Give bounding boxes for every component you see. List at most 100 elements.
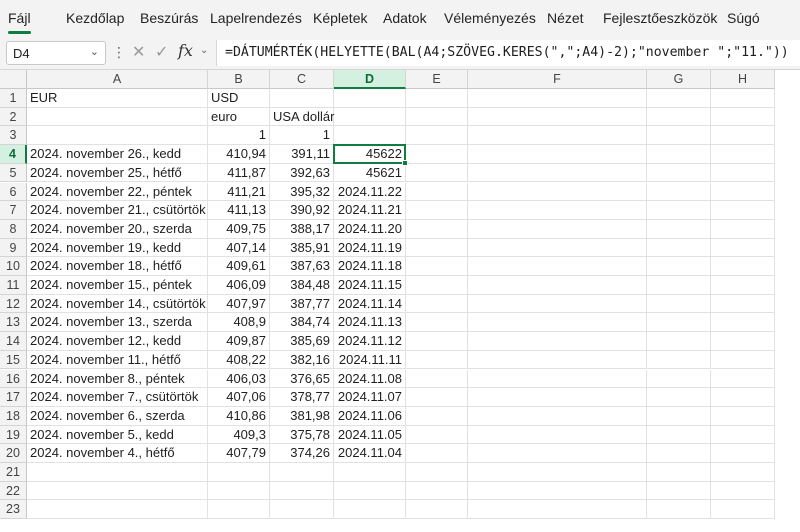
cell-c18[interactable]: 381,98 [270,406,334,426]
cell-h17[interactable] [711,388,775,407]
cell-c16[interactable]: 376,65 [270,369,334,389]
cell-f12[interactable] [468,294,647,314]
cell-d12[interactable]: 2024.11.14 [334,294,406,314]
menu-tab-8[interactable]: Nézet [547,6,584,30]
cell-h10[interactable] [711,257,775,276]
row-header-22[interactable]: 22 [0,481,27,501]
cell-g22[interactable] [647,481,711,501]
cell-e14[interactable] [406,332,468,351]
cell-d11[interactable]: 2024.11.15 [334,276,406,295]
cell-a21[interactable] [27,463,208,482]
cancel-icon[interactable]: ✕ [132,42,145,62]
cell-b21[interactable] [208,463,270,482]
cell-a5[interactable]: 2024. november 25., hétfő [27,163,208,183]
cell-h7[interactable] [711,201,775,220]
row-header-4[interactable]: 4 [0,145,27,164]
cell-d14[interactable]: 2024.11.12 [334,332,406,351]
column-header-f[interactable]: F [468,70,647,89]
cell-e8[interactable] [406,219,468,239]
cell-f13[interactable] [468,313,647,333]
cell-d15[interactable]: 2024.11.11 [334,350,406,370]
menu-tab-10[interactable]: Súgó [727,6,760,30]
row-header-23[interactable]: 23 [0,500,27,520]
cell-a12[interactable]: 2024. november 14., csütörtök [27,294,208,314]
cell-f11[interactable] [468,276,647,295]
cell-b20[interactable]: 407,79 [208,444,270,463]
more-options-icon[interactable]: ⋮ [112,44,126,61]
cell-h23[interactable] [711,500,775,520]
cell-a19[interactable]: 2024. november 5., kedd [27,425,208,445]
column-header-b[interactable]: B [208,70,270,89]
cell-c17[interactable]: 378,77 [270,388,334,407]
cell-g12[interactable] [647,294,711,314]
cell-e5[interactable] [406,163,468,183]
cell-b13[interactable]: 408,9 [208,313,270,333]
insert-function-button[interactable]: fx [178,41,193,60]
cell-c11[interactable]: 384,48 [270,276,334,295]
select-all-corner[interactable] [0,70,27,89]
cell-a7[interactable]: 2024. november 21., csütörtök [27,201,208,220]
cell-h6[interactable] [711,182,775,202]
cell-c8[interactable]: 388,17 [270,219,334,239]
column-header-g[interactable]: G [647,70,711,89]
cell-f19[interactable] [468,425,647,445]
cell-d21[interactable] [334,463,406,482]
row-header-15[interactable]: 15 [0,350,27,370]
cell-h21[interactable] [711,463,775,482]
cell-a14[interactable]: 2024. november 12., kedd [27,332,208,351]
chevron-down-icon[interactable]: ⌄ [90,45,99,58]
cell-c4[interactable]: 391,11 [270,145,334,164]
cell-c21[interactable] [270,463,334,482]
cell-h8[interactable] [711,219,775,239]
cell-d22[interactable] [334,481,406,501]
cell-e9[interactable] [406,238,468,258]
row-header-14[interactable]: 14 [0,332,27,351]
column-header-c[interactable]: C [270,70,334,89]
cell-d10[interactable]: 2024.11.18 [334,257,406,276]
cell-a8[interactable]: 2024. november 20., szerda [27,219,208,239]
cell-a15[interactable]: 2024. november 11., hétfő [27,350,208,370]
cell-f16[interactable] [468,369,647,389]
menu-tab-5[interactable]: Képletek [313,6,367,30]
cell-h18[interactable] [711,406,775,426]
row-header-7[interactable]: 7 [0,201,27,220]
cell-b15[interactable]: 408,22 [208,350,270,370]
cell-e22[interactable] [406,481,468,501]
column-header-a[interactable]: A [27,70,208,89]
cell-c5[interactable]: 392,63 [270,163,334,183]
enter-icon[interactable]: ✓ [155,42,168,62]
cell-a2[interactable] [27,107,208,127]
cell-h13[interactable] [711,313,775,333]
cell-e19[interactable] [406,425,468,445]
cell-b12[interactable]: 407,97 [208,294,270,314]
cell-e3[interactable] [406,126,468,146]
cell-g19[interactable] [647,425,711,445]
cell-b11[interactable]: 406,09 [208,276,270,295]
cell-c1[interactable] [270,89,334,108]
cell-c23[interactable] [270,500,334,520]
cell-a18[interactable]: 2024. november 6., szerda [27,406,208,426]
cell-a6[interactable]: 2024. november 22., péntek [27,182,208,202]
cell-d1[interactable] [334,89,406,108]
cell-a20[interactable]: 2024. november 4., hétfő [27,444,208,463]
cell-a1[interactable]: EUR [27,89,208,108]
cell-h3[interactable] [711,126,775,146]
cell-d8[interactable]: 2024.11.20 [334,219,406,239]
row-header-9[interactable]: 9 [0,238,27,258]
cell-h19[interactable] [711,425,775,445]
cell-a11[interactable]: 2024. november 15., péntek [27,276,208,295]
cell-f23[interactable] [468,500,647,520]
cell-d23[interactable] [334,500,406,520]
row-header-19[interactable]: 19 [0,425,27,445]
cell-h16[interactable] [711,369,775,389]
cell-d2[interactable] [334,107,406,127]
row-header-21[interactable]: 21 [0,463,27,482]
fill-handle[interactable] [402,159,408,166]
cell-h1[interactable] [711,89,775,108]
cell-f14[interactable] [468,332,647,351]
cell-f10[interactable] [468,257,647,276]
chevron-down-icon[interactable]: ⌄ [200,45,208,56]
cell-a4[interactable]: 2024. november 26., kedd [27,145,208,164]
cell-g21[interactable] [647,463,711,482]
cell-d18[interactable]: 2024.11.06 [334,406,406,426]
